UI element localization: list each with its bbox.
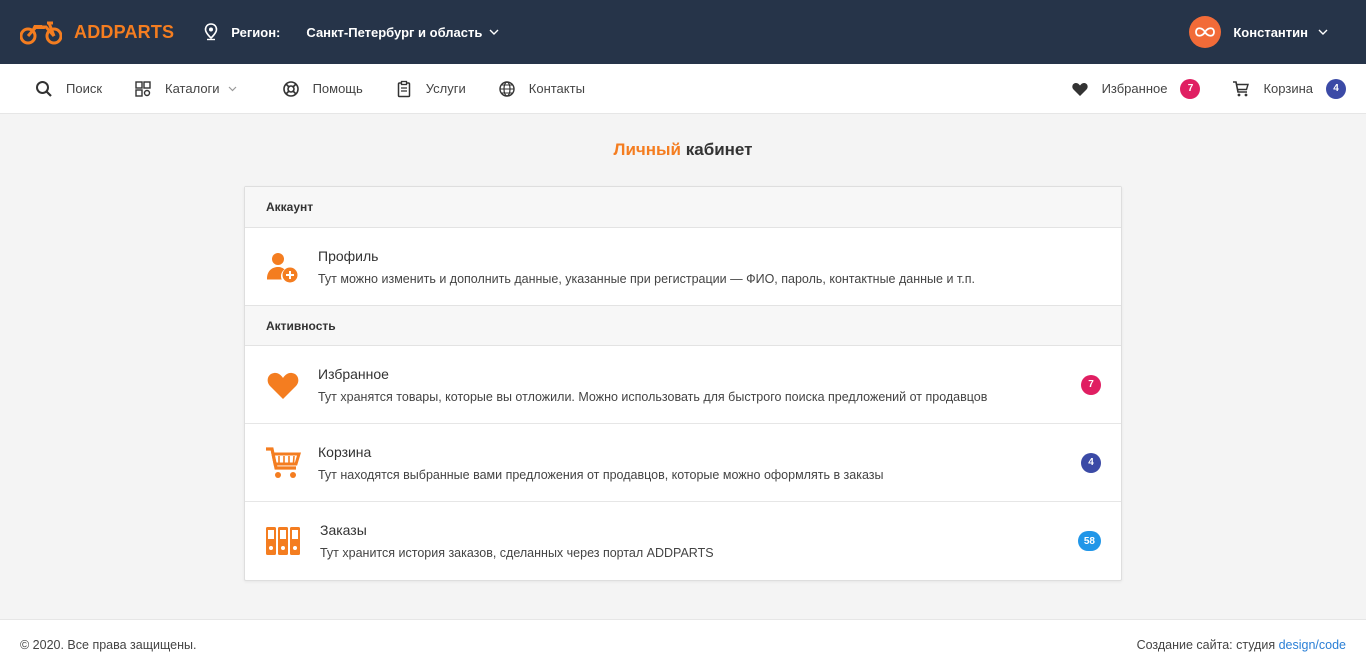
motorcycle-icon (20, 21, 62, 45)
cart-count-badge: 4 (1326, 78, 1346, 99)
credit: Создание сайта: студия design/code (1137, 638, 1346, 652)
chevron-down-icon (489, 29, 499, 35)
brand-name: ADDPARTS (74, 21, 175, 42)
cart-icon (266, 446, 301, 478)
orders-row-badge: 58 (1077, 531, 1101, 551)
region-selector[interactable]: Регион: Санкт-Петербург и область (204, 23, 499, 41)
infinity-icon (1195, 27, 1216, 37)
logo[interactable]: ADDPARTS (20, 19, 174, 45)
clipboard-icon (397, 80, 411, 97)
user-menu[interactable]: Константин (1189, 16, 1328, 48)
add-user-icon (267, 252, 298, 282)
nav-help-label: Помощь (312, 81, 363, 96)
cart-desc: Тут находятся выбранные вами предложения… (318, 467, 884, 482)
cart-row-badge: 4 (1081, 452, 1101, 473)
nav-contacts[interactable]: Контакты (498, 80, 585, 98)
map-pin-icon (204, 23, 218, 41)
nav-help[interactable]: Помощь (282, 80, 363, 98)
copyright: © 2020. Все права защищены. (20, 637, 197, 652)
nav-search-label: Поиск (66, 81, 103, 96)
cart-title[interactable]: Корзина (318, 444, 1071, 460)
credit-link[interactable]: design/code (1279, 638, 1346, 652)
orders-title[interactable]: Заказы (320, 522, 1068, 538)
footer: © 2020. Все права защищены. Создание сай… (0, 619, 1366, 669)
top-bar: ADDPARTS Регион: Санкт-Петербург и облас… (0, 0, 1366, 64)
nav-catalogs-label: Каталоги (165, 81, 220, 96)
orders-desc: Тут хранится история заказов, сделанных … (320, 546, 714, 560)
row-icon-wrap (265, 445, 301, 481)
credit-prefix: Создание сайта: студия (1136, 637, 1279, 652)
favorites-desc: Тут хранятся товары, которые вы отложили… (318, 389, 988, 404)
nav-cart-label: Корзина (1263, 81, 1313, 96)
region-value[interactable]: Санкт-Петербург и область (306, 25, 482, 40)
avatar[interactable] (1189, 16, 1222, 48)
main-nav: Поиск Каталоги Помощь Услуги Контакты Из… (0, 64, 1366, 114)
nav-services-label: Услуги (425, 81, 466, 96)
row-icon-wrap (265, 523, 301, 559)
cart-row[interactable]: Корзина Тут находятся выбранные вами пре… (245, 424, 1121, 502)
page-title-rest: кабинет (681, 140, 753, 159)
profile-title[interactable]: Профиль (318, 248, 1101, 264)
row-icon-wrap (265, 367, 301, 403)
section-heading-account: Аккаунт (245, 187, 1121, 228)
catalog-icon (135, 80, 151, 97)
page-title: Личный кабинет (0, 140, 1366, 160)
nav-services[interactable]: Услуги (395, 80, 466, 98)
row-icon-wrap (265, 249, 301, 285)
section-heading-activity: Активность (245, 305, 1121, 346)
nav-catalogs[interactable]: Каталоги (134, 80, 250, 98)
favorites-title[interactable]: Избранное (318, 366, 1071, 382)
favorites-row-badge: 7 (1081, 374, 1101, 395)
folders-icon (266, 527, 300, 555)
orders-row[interactable]: Заказы Тут хранится история заказов, сде… (245, 502, 1121, 580)
favorites-count-badge: 7 (1180, 78, 1201, 99)
nav-cart[interactable]: Корзина 4 (1232, 78, 1346, 99)
heart-icon (267, 372, 299, 399)
nav-contacts-label: Контакты (528, 81, 585, 96)
profile-row[interactable]: Профиль Тут можно изменить и дополнить д… (245, 228, 1121, 306)
lifebuoy-icon (282, 80, 299, 97)
search-icon (36, 80, 52, 97)
heart-icon (1071, 82, 1088, 96)
page-title-accent: Личный (613, 140, 682, 159)
account-card: Аккаунт Профиль Тут можно изменить и доп… (244, 186, 1122, 581)
globe-icon (499, 80, 515, 97)
profile-desc: Тут можно изменить и дополнить данные, у… (318, 271, 975, 286)
nav-search[interactable]: Поиск (35, 80, 102, 98)
user-name[interactable]: Константин (1233, 25, 1308, 40)
nav-favorites-label: Избранное (1101, 81, 1168, 96)
cart-icon (1233, 80, 1250, 96)
favorites-row[interactable]: Избранное Тут хранятся товары, которые в… (245, 346, 1121, 424)
chevron-down-icon (228, 86, 236, 91)
nav-favorites[interactable]: Избранное 7 (1071, 78, 1201, 99)
chevron-down-icon (1318, 29, 1328, 35)
region-label: Регион: (231, 24, 281, 40)
